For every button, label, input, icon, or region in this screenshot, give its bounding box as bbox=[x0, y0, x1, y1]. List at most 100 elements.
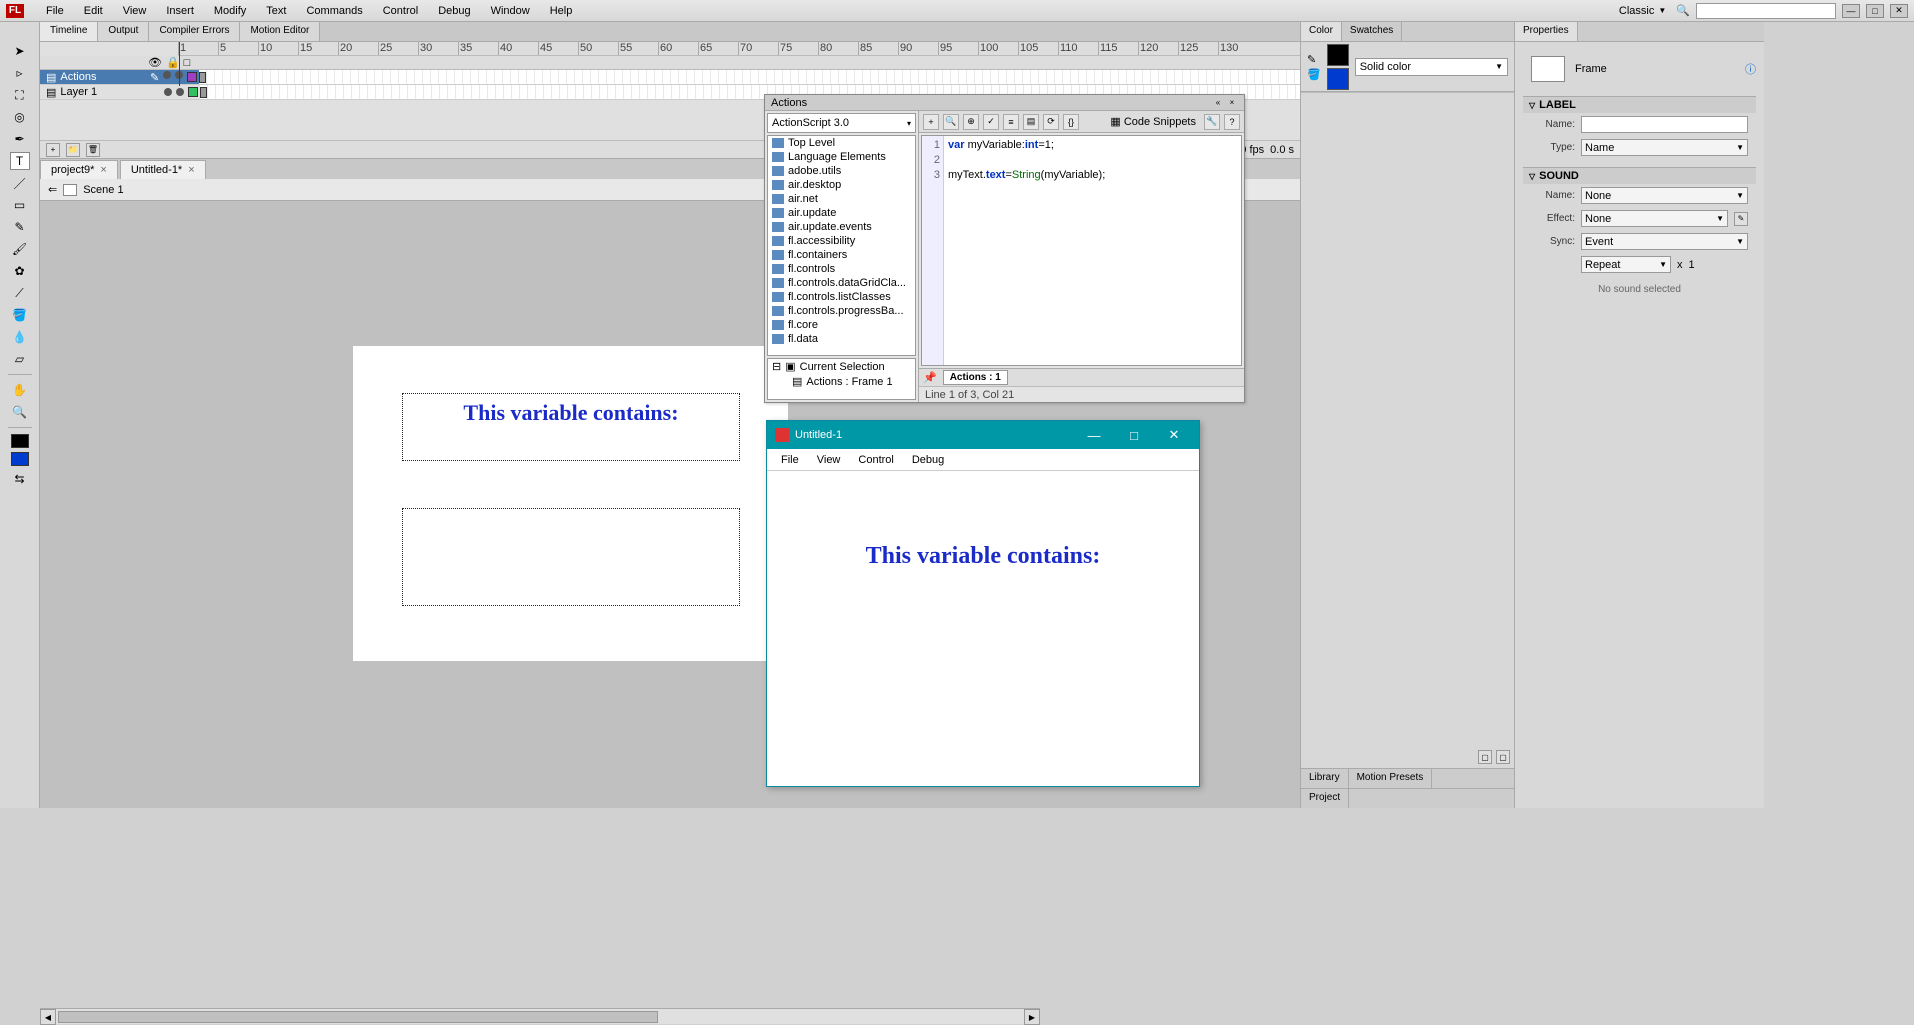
eye-icon[interactable]: 👁 bbox=[148, 56, 162, 69]
swf-preview-window[interactable]: Untitled-1 — □ ✕ File View Control Debug… bbox=[766, 420, 1200, 787]
check-syntax-button[interactable]: ✓ bbox=[983, 114, 999, 130]
preview-titlebar[interactable]: Untitled-1 — □ ✕ bbox=[767, 421, 1199, 449]
deco-tool-icon[interactable]: ✿ bbox=[10, 262, 30, 280]
layer-color-swatch[interactable] bbox=[188, 87, 198, 97]
eraser-tool-icon[interactable]: ▱ bbox=[10, 350, 30, 368]
nav-header[interactable]: ⊟▣Current Selection bbox=[768, 359, 915, 374]
menu-insert[interactable]: Insert bbox=[156, 2, 204, 20]
line-tool-icon[interactable]: ／ bbox=[10, 174, 30, 192]
sound-name-dropdown[interactable]: None▼ bbox=[1581, 187, 1748, 204]
selection-tool-icon[interactable]: ➤ bbox=[10, 42, 30, 60]
stroke-color-swatch[interactable] bbox=[11, 434, 29, 448]
tree-item[interactable]: fl.data bbox=[768, 332, 915, 346]
eyedropper-tool-icon[interactable]: 💧 bbox=[10, 328, 30, 346]
code-text[interactable]: var myVariable:int=1; myText.text=String… bbox=[944, 136, 1241, 365]
pin-icon[interactable]: 📌 bbox=[919, 371, 941, 384]
tab-project[interactable]: Project bbox=[1301, 789, 1349, 808]
tree-item[interactable]: fl.controls.listClasses bbox=[768, 290, 915, 304]
subselection-tool-icon[interactable]: ▹ bbox=[10, 64, 30, 82]
fill-type-dropdown[interactable]: Solid color▼ bbox=[1355, 58, 1508, 76]
menu-edit[interactable]: Edit bbox=[74, 2, 113, 20]
pencil-stroke-icon[interactable]: ✎ bbox=[1307, 53, 1321, 66]
workspace-dropdown[interactable]: Classic▼ bbox=[1615, 3, 1670, 19]
close-icon[interactable]: × bbox=[100, 164, 106, 176]
minimize-button[interactable]: — bbox=[1077, 423, 1111, 447]
doc-tab-project9[interactable]: project9*× bbox=[40, 160, 118, 179]
sound-repeat-dropdown[interactable]: Repeat▼ bbox=[1581, 256, 1671, 273]
new-folder-button[interactable]: 📁 bbox=[66, 143, 80, 157]
new-layer-button[interactable]: + bbox=[46, 143, 60, 157]
times-value[interactable]: 1 bbox=[1689, 259, 1695, 271]
as-version-dropdown[interactable]: ActionScript 3.0▾ bbox=[767, 113, 916, 133]
maximize-button[interactable]: □ bbox=[1117, 423, 1151, 447]
nav-item[interactable]: ▤Actions : Frame 1 bbox=[768, 374, 915, 389]
help-button[interactable]: 🔧 bbox=[1204, 114, 1220, 130]
tab-properties[interactable]: Properties bbox=[1515, 22, 1578, 41]
scroll-left-button[interactable]: ◀ bbox=[40, 1009, 56, 1025]
tree-item[interactable]: Language Elements bbox=[768, 150, 915, 164]
menu-view[interactable]: View bbox=[113, 2, 157, 20]
tree-item[interactable]: air.update.events bbox=[768, 220, 915, 234]
pencil-tool-icon[interactable]: ✎ bbox=[10, 218, 30, 236]
tree-item[interactable]: Top Level bbox=[768, 136, 915, 150]
help-icon[interactable]: ? bbox=[1224, 114, 1240, 130]
tab-color[interactable]: Color bbox=[1301, 22, 1342, 41]
bucket-fill-icon[interactable]: 🪣 bbox=[1307, 68, 1321, 81]
horizontal-scrollbar[interactable]: ◀ ▶ bbox=[40, 1008, 1040, 1024]
fill-color-swatch[interactable] bbox=[11, 452, 29, 466]
delete-layer-button[interactable]: 🗑 bbox=[86, 143, 100, 157]
back-arrow-icon[interactable]: ⇐ bbox=[48, 183, 57, 196]
tree-item[interactable]: fl.controls bbox=[768, 262, 915, 276]
script-tab[interactable]: Actions : 1 bbox=[943, 370, 1008, 385]
tab-motion-editor[interactable]: Motion Editor bbox=[240, 22, 320, 41]
target-button[interactable]: ⊕ bbox=[963, 114, 979, 130]
tab-timeline[interactable]: Timeline bbox=[40, 22, 98, 41]
tab-swatches[interactable]: Swatches bbox=[1342, 22, 1402, 41]
visibility-dot[interactable] bbox=[163, 71, 171, 79]
debug-button[interactable]: ⟳ bbox=[1043, 114, 1059, 130]
preview-menu-file[interactable]: File bbox=[773, 452, 807, 468]
brush-tool-icon[interactable]: 🖌 bbox=[10, 240, 30, 258]
sound-effect-dropdown[interactable]: None▼ bbox=[1581, 210, 1728, 227]
info-icon[interactable]: ⓘ bbox=[1745, 61, 1756, 77]
search-input[interactable] bbox=[1696, 3, 1836, 19]
section-label[interactable]: ▽LABEL bbox=[1523, 97, 1756, 113]
tree-item[interactable]: fl.controls.dataGridCla... bbox=[768, 276, 915, 290]
find-button[interactable]: 🔍 bbox=[943, 114, 959, 130]
frame-type-dropdown[interactable]: Name▼ bbox=[1581, 139, 1748, 156]
hand-tool-icon[interactable]: ✋ bbox=[10, 381, 30, 399]
keyframe[interactable] bbox=[200, 87, 207, 98]
close-button[interactable]: ✕ bbox=[1157, 423, 1191, 447]
sound-sync-dropdown[interactable]: Event▼ bbox=[1581, 233, 1748, 250]
preview-menu-debug[interactable]: Debug bbox=[904, 452, 952, 468]
text-tool-icon[interactable]: T bbox=[10, 152, 30, 170]
layer-row-actions[interactable]: ▤Actions ✎ bbox=[40, 70, 1300, 85]
rectangle-tool-icon[interactable]: ▭ bbox=[10, 196, 30, 214]
scene-label[interactable]: Scene 1 bbox=[83, 184, 123, 196]
collapse-icon[interactable]: « bbox=[1212, 98, 1224, 108]
maximize-button[interactable]: □ bbox=[1866, 4, 1884, 18]
menu-file[interactable]: File bbox=[36, 2, 74, 20]
scrollbar-thumb[interactable] bbox=[58, 1011, 658, 1023]
tab-output[interactable]: Output bbox=[98, 22, 149, 41]
close-icon[interactable]: × bbox=[188, 164, 194, 176]
menu-commands[interactable]: Commands bbox=[296, 2, 372, 20]
tree-item[interactable]: air.desktop bbox=[768, 178, 915, 192]
lasso-tool-icon[interactable]: ◎ bbox=[10, 108, 30, 126]
zoom-tool-icon[interactable]: 🔍 bbox=[10, 403, 30, 421]
fill-swatch[interactable] bbox=[1327, 68, 1349, 90]
lock-icon[interactable]: 🔒 bbox=[166, 56, 180, 69]
layer-color-swatch[interactable] bbox=[187, 72, 197, 82]
pen-tool-icon[interactable]: ✒ bbox=[10, 130, 30, 148]
collapse-button[interactable]: {} bbox=[1063, 114, 1079, 130]
visibility-dot[interactable] bbox=[164, 88, 172, 96]
tree-item[interactable]: fl.controls.progressBa... bbox=[768, 304, 915, 318]
tab-library[interactable]: Library bbox=[1301, 769, 1349, 788]
frames-track[interactable] bbox=[199, 70, 1300, 84]
panel-button-1[interactable]: ▢ bbox=[1478, 750, 1492, 764]
tree-item[interactable]: air.update bbox=[768, 206, 915, 220]
stage[interactable]: This variable contains: bbox=[353, 346, 788, 661]
free-transform-tool-icon[interactable]: ⛶ bbox=[10, 86, 30, 104]
menu-text[interactable]: Text bbox=[256, 2, 296, 20]
menu-control[interactable]: Control bbox=[373, 2, 428, 20]
